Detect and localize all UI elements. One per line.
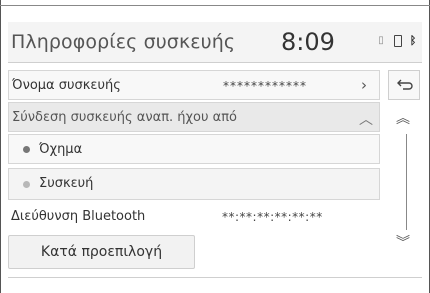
selected-dot-icon bbox=[23, 146, 30, 153]
signal-icon: ▯ bbox=[378, 35, 384, 46]
device-name-value: ************ bbox=[223, 79, 307, 93]
clock: 8:09 bbox=[281, 28, 335, 56]
device-name-label: Όνομα συσκευής bbox=[12, 78, 121, 93]
device-name-row[interactable]: Όνομα συσκευής ************ › bbox=[8, 70, 380, 100]
side-controls: ︽ ︾ bbox=[384, 70, 422, 270]
bluetooth-address-label: Διεύθυνση Bluetooth bbox=[11, 209, 146, 224]
scroll-up-icon[interactable]: ︽ bbox=[396, 108, 410, 128]
default-button[interactable]: Κατά προεπιλογή bbox=[8, 235, 195, 269]
chevron-up-icon: ︿ bbox=[359, 112, 373, 128]
back-arrow-icon bbox=[397, 79, 413, 90]
page-title: Πληροφορίες συσκευής bbox=[11, 31, 236, 53]
unselected-dot-icon bbox=[23, 181, 30, 188]
scroll-track[interactable] bbox=[406, 134, 407, 230]
connect-audio-label: Σύνδεση συσκευής αναπ. ήχου από bbox=[12, 110, 237, 125]
bluetooth-icon: ᛒ bbox=[409, 34, 417, 47]
back-button[interactable] bbox=[388, 70, 420, 100]
option-vehicle-label: Όχημα bbox=[39, 142, 83, 157]
option-device[interactable]: Συσκευή bbox=[8, 168, 380, 200]
header-bar: Πληροφορίες συσκευής 8:09 ▯ ᛒ bbox=[8, 22, 422, 63]
option-vehicle[interactable]: Όχημα bbox=[8, 134, 380, 164]
bluetooth-address-value: **:**:**:**:**:** bbox=[222, 210, 323, 224]
info-screen: Πληροφορίες συσκευής 8:09 ▯ ᛒ Όνομα συσκ… bbox=[8, 22, 422, 278]
phone-icon bbox=[390, 34, 404, 48]
top-divider bbox=[0, 5, 430, 6]
chevron-right-icon: › bbox=[361, 76, 367, 94]
status-icons: ▯ ᛒ bbox=[374, 34, 420, 48]
scroll-down-icon[interactable]: ︾ bbox=[396, 232, 410, 252]
option-device-label: Συσκευή bbox=[39, 176, 94, 191]
bluetooth-address-row: Διεύθυνση Bluetooth **:**:**:**:**:** bbox=[8, 204, 380, 230]
connect-audio-row[interactable]: Σύνδεση συσκευής αναπ. ήχου από ︿ bbox=[8, 102, 380, 132]
